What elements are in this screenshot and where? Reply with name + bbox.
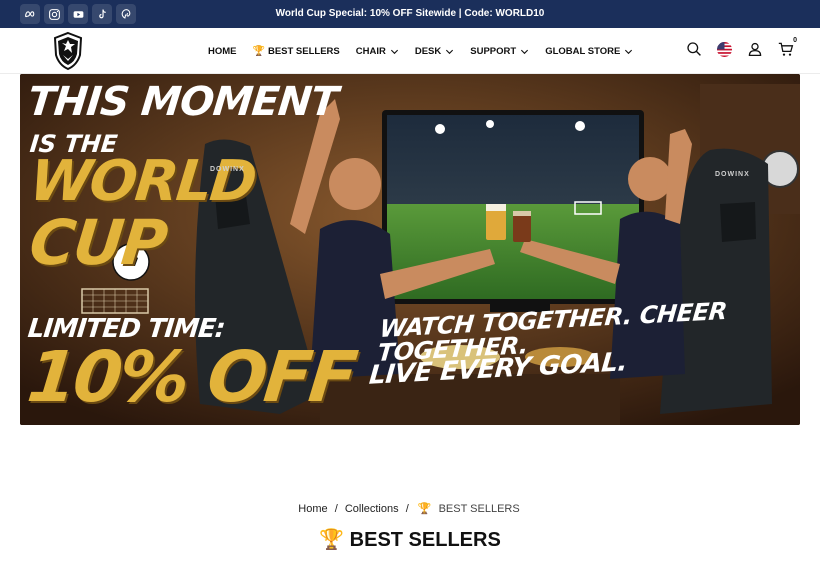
breadcrumb-current-label: BEST SELLERS — [438, 503, 520, 515]
nav-global-store[interactable]: GLOBAL STORE — [545, 46, 633, 57]
hero-banner[interactable]: THIS MOMENT IS THE WORLD CUP LIMITED TIM… — [20, 74, 800, 425]
nav-desk[interactable]: DESK — [415, 46, 454, 57]
breadcrumb-collections[interactable]: Collections — [345, 503, 399, 515]
nav-chair-label: CHAIR — [355, 45, 386, 57]
cart-count: 0 — [793, 37, 797, 44]
announcement-bar: World Cup Special: 10% OFF Sitewide | Co… — [0, 0, 820, 28]
chair-brand-left: DOWINX — [210, 166, 245, 173]
breadcrumb-separator: / — [405, 503, 409, 515]
nav-global-store-label: GLOBAL STORE — [545, 45, 621, 57]
chevron-down-icon — [625, 49, 633, 54]
page-title-text: BEST SELLERS — [349, 529, 501, 551]
trophy-icon: 🏆 — [252, 45, 265, 57]
site-header: HOME 🏆 BEST SELLERS CHAIR DESK SUPPORT G… — [0, 28, 820, 74]
nav-home-label: HOME — [208, 45, 237, 57]
nav-home[interactable]: HOME — [208, 46, 237, 57]
promo-text: World Cup Special: 10% OFF Sitewide | Co… — [275, 8, 545, 19]
hero-headline-cup: CUP — [26, 206, 170, 279]
nav-best-sellers[interactable]: 🏆 BEST SELLERS — [253, 46, 340, 57]
nav-desk-label: DESK — [414, 45, 442, 57]
breadcrumb-current: 🏆 BEST SELLERS — [416, 503, 522, 515]
main-nav: HOME 🏆 BEST SELLERS CHAIR DESK SUPPORT G… — [208, 28, 649, 74]
chevron-down-icon — [390, 49, 398, 54]
cart-button[interactable]: 0 — [778, 37, 797, 57]
cart-icon — [778, 42, 794, 56]
trophy-icon: 🏆 — [319, 529, 345, 551]
hero-headline-line1: THIS MOMENT — [25, 79, 340, 125]
us-flag-icon[interactable] — [717, 41, 732, 57]
nav-chair[interactable]: CHAIR — [356, 46, 399, 57]
nav-best-sellers-label: BEST SELLERS — [267, 45, 340, 57]
hero-headline-world: WORLD — [26, 149, 259, 214]
chevron-down-icon — [446, 49, 454, 54]
user-icon[interactable] — [747, 41, 763, 57]
header-icons: 0 — [686, 37, 797, 57]
chevron-down-icon — [521, 49, 529, 54]
search-icon[interactable] — [686, 41, 702, 57]
page-title: 🏆 BEST SELLERS — [0, 527, 820, 552]
brand-logo[interactable] — [53, 31, 83, 71]
hero-discount: 10% OFF — [23, 336, 359, 418]
nav-support-label: SUPPORT — [470, 45, 517, 57]
trophy-icon: 🏆 — [417, 503, 432, 515]
breadcrumb: Home / Collections / 🏆 BEST SELLERS — [0, 502, 820, 515]
breadcrumb-separator: / — [334, 503, 338, 515]
nav-support[interactable]: SUPPORT — [470, 46, 529, 57]
breadcrumb-home[interactable]: Home — [298, 503, 327, 515]
chair-brand-right: DOWINX — [715, 171, 750, 178]
